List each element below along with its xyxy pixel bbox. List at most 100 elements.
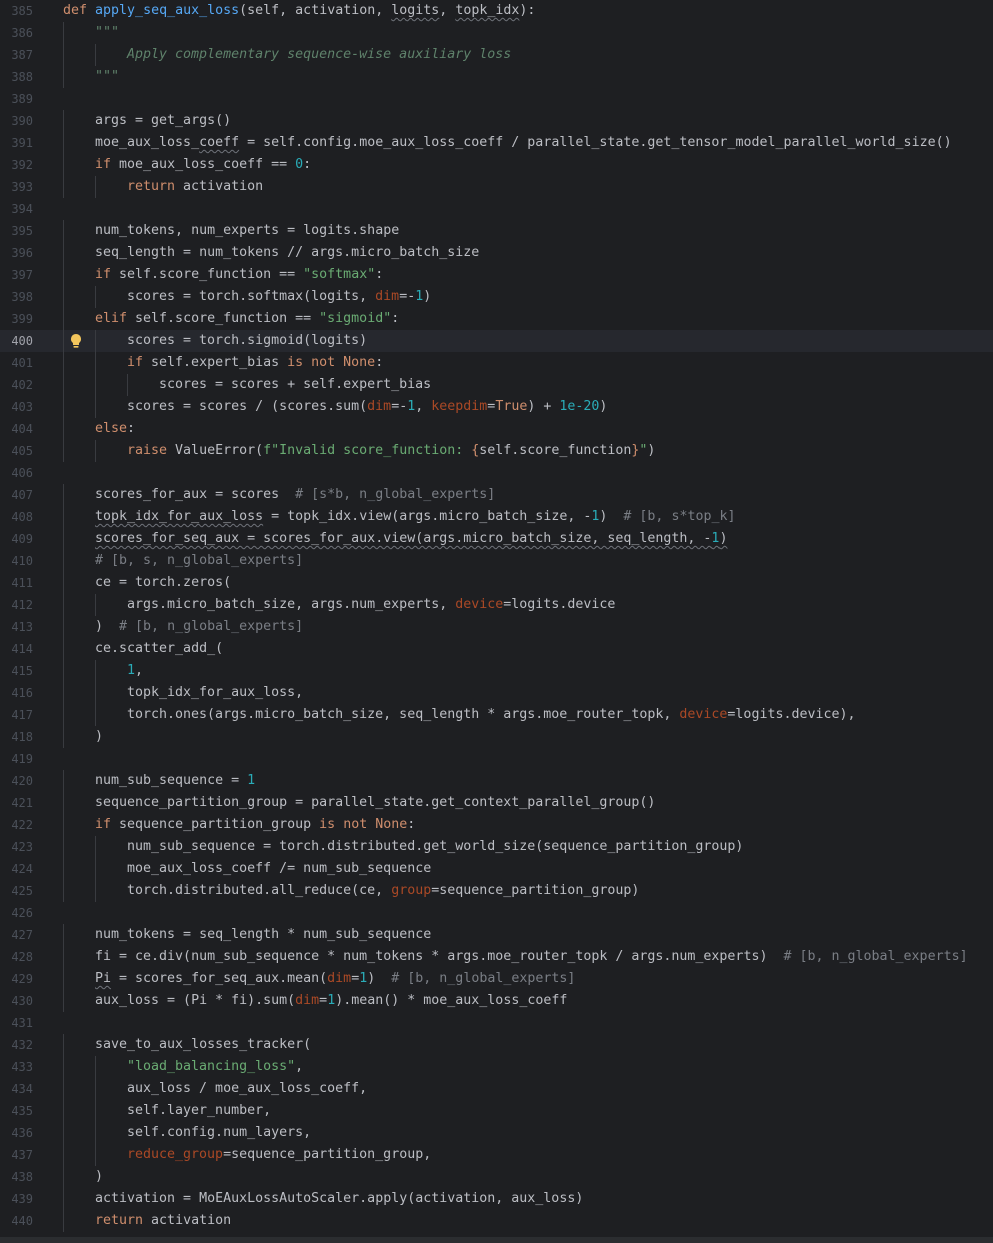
- code-line[interactable]: 437 reduce_group=sequence_partition_group…: [0, 1144, 993, 1166]
- code-text[interactable]: ) # [b, n_global_experts]: [95, 616, 303, 638]
- code-text[interactable]: raise ValueError(f"Invalid score_functio…: [127, 440, 655, 462]
- code-text[interactable]: args = get_args(): [95, 110, 231, 132]
- code-line[interactable]: 401 if self.expert_bias is not None:: [0, 352, 993, 374]
- code-line[interactable]: 417 torch.ones(args.micro_batch_size, seq…: [0, 704, 993, 726]
- code-line[interactable]: 428 fi = ce.div(num_sub_sequence * num_to…: [0, 946, 993, 968]
- code-text[interactable]: moe_aux_loss_coeff = self.config.moe_aux…: [95, 132, 952, 154]
- code-text[interactable]: ce = torch.zeros(: [95, 572, 231, 594]
- code-line[interactable]: 429 Pi = scores_for_seq_aux.mean(dim=1) #…: [0, 968, 993, 990]
- code-text[interactable]: ce.scatter_add_(: [95, 638, 223, 660]
- code-text[interactable]: self.layer_number,: [127, 1100, 271, 1122]
- code-line[interactable]: 410 # [b, s, n_global_experts]: [0, 550, 993, 572]
- code-line[interactable]: 422 if sequence_partition_group is not No…: [0, 814, 993, 836]
- code-text[interactable]: if moe_aux_loss_coeff == 0:: [95, 154, 311, 176]
- code-line[interactable]: 439 activation = MoEAuxLossAutoScaler.app…: [0, 1188, 993, 1210]
- code-text[interactable]: topk_idx_for_aux_loss = topk_idx.view(ar…: [95, 506, 735, 528]
- code-text[interactable]: # [b, s, n_global_experts]: [95, 550, 303, 572]
- code-line[interactable]: 416 topk_idx_for_aux_loss,: [0, 682, 993, 704]
- code-text[interactable]: """: [95, 22, 119, 44]
- code-line[interactable]: 388 """: [0, 66, 993, 88]
- code-line[interactable]: 394: [0, 198, 993, 220]
- code-line[interactable]: 413) # [b, n_global_experts]: [0, 616, 993, 638]
- code-line[interactable]: 432 save_to_aux_losses_tracker(: [0, 1034, 993, 1056]
- horizontal-scrollbar[interactable]: [0, 1237, 993, 1243]
- code-text[interactable]: num_sub_sequence = 1: [95, 770, 255, 792]
- code-line[interactable]: 436 self.config.num_layers,: [0, 1122, 993, 1144]
- code-text[interactable]: sequence_partition_group = parallel_stat…: [95, 792, 655, 814]
- code-line[interactable]: 386 """: [0, 22, 993, 44]
- code-line[interactable]: 396 seq_length = num_tokens // args.micro…: [0, 242, 993, 264]
- code-text[interactable]: scores = scores + self.expert_bias: [159, 374, 431, 396]
- code-text[interactable]: reduce_group=sequence_partition_group,: [127, 1144, 431, 1166]
- code-line[interactable]: 414 ce.scatter_add_(: [0, 638, 993, 660]
- code-text[interactable]: moe_aux_loss_coeff /= num_sub_sequence: [127, 858, 431, 880]
- code-text[interactable]: torch.distributed.all_reduce(ce, group=s…: [127, 880, 639, 902]
- code-text[interactable]: Pi = scores_for_seq_aux.mean(dim=1) # [b…: [95, 968, 575, 990]
- code-line[interactable]: 397 if self.score_function == "softmax":: [0, 264, 993, 286]
- code-text[interactable]: seq_length = num_tokens // args.micro_ba…: [95, 242, 479, 264]
- code-text[interactable]: scores = torch.softmax(logits, dim=-1): [127, 286, 431, 308]
- code-line[interactable]: 415 1,: [0, 660, 993, 682]
- code-area[interactable]: 385 def apply_seq_aux_loss(self, activati…: [0, 0, 993, 1232]
- code-text[interactable]: args.micro_batch_size, args.num_experts,…: [127, 594, 615, 616]
- code-line[interactable]: 387 Apply complementary sequence-wise aux…: [0, 44, 993, 66]
- code-text[interactable]: scores_for_seq_aux = scores_for_aux.view…: [95, 528, 727, 550]
- code-line[interactable]: 409 scores_for_seq_aux = scores_for_aux.v…: [0, 528, 993, 550]
- code-editor[interactable]: 385 def apply_seq_aux_loss(self, activati…: [0, 0, 993, 1243]
- code-text[interactable]: 1,: [127, 660, 143, 682]
- code-text[interactable]: torch.ones(args.micro_batch_size, seq_le…: [127, 704, 856, 726]
- code-line[interactable]: 419: [0, 748, 993, 770]
- code-text[interactable]: num_sub_sequence = torch.distributed.get…: [127, 836, 743, 858]
- code-line[interactable]: 426: [0, 902, 993, 924]
- code-line[interactable]: 424 moe_aux_loss_coeff /= num_sub_sequenc…: [0, 858, 993, 880]
- code-line[interactable]: 405 raise ValueError(f"Invalid score_func…: [0, 440, 993, 462]
- code-line[interactable]: 406: [0, 462, 993, 484]
- code-text[interactable]: if self.expert_bias is not None:: [127, 352, 383, 374]
- code-line[interactable]: 385 def apply_seq_aux_loss(self, activati…: [0, 0, 993, 22]
- code-line[interactable]: 440 return activation: [0, 1210, 993, 1232]
- code-text[interactable]: scores = scores / (scores.sum(dim=-1, ke…: [127, 396, 607, 418]
- code-text[interactable]: def apply_seq_aux_loss(self, activation,…: [63, 0, 535, 22]
- code-text[interactable]: ): [95, 1166, 103, 1188]
- code-text[interactable]: aux_loss = (Pi * fi).sum(dim=1).mean() *…: [95, 990, 567, 1012]
- code-text[interactable]: else:: [95, 418, 135, 440]
- code-line[interactable]: 403 scores = scores / (scores.sum(dim=-1,…: [0, 396, 993, 418]
- code-text[interactable]: topk_idx_for_aux_loss,: [127, 682, 303, 704]
- code-line[interactable]: 434 aux_loss / moe_aux_loss_coeff,: [0, 1078, 993, 1100]
- code-line[interactable]: 395 num_tokens, num_experts = logits.shap…: [0, 220, 993, 242]
- code-line[interactable]: 391 moe_aux_loss_coeff = self.config.moe_…: [0, 132, 993, 154]
- code-line[interactable]: 427 num_tokens = seq_length * num_sub_seq…: [0, 924, 993, 946]
- code-line[interactable]: 438): [0, 1166, 993, 1188]
- code-line[interactable]: 433 "load_balancing_loss",: [0, 1056, 993, 1078]
- code-line[interactable]: 430 aux_loss = (Pi * fi).sum(dim=1).mean(…: [0, 990, 993, 1012]
- code-line[interactable]: 400 scores = torch.sigmoid(logits): [0, 330, 993, 352]
- code-text[interactable]: if self.score_function == "softmax":: [95, 264, 383, 286]
- code-text[interactable]: scores = torch.sigmoid(logits): [127, 330, 367, 352]
- code-text[interactable]: aux_loss / moe_aux_loss_coeff,: [127, 1078, 367, 1100]
- code-line[interactable]: 390 args = get_args(): [0, 110, 993, 132]
- code-line[interactable]: 398 scores = torch.softmax(logits, dim=-1…: [0, 286, 993, 308]
- code-line[interactable]: 423 num_sub_sequence = torch.distributed.…: [0, 836, 993, 858]
- code-line[interactable]: 393 return activation: [0, 176, 993, 198]
- code-text[interactable]: "load_balancing_loss",: [127, 1056, 303, 1078]
- code-text[interactable]: save_to_aux_losses_tracker(: [95, 1034, 311, 1056]
- code-line[interactable]: 418): [0, 726, 993, 748]
- code-line[interactable]: 431: [0, 1012, 993, 1034]
- code-line[interactable]: 408 topk_idx_for_aux_loss = topk_idx.view…: [0, 506, 993, 528]
- code-line[interactable]: 421 sequence_partition_group = parallel_s…: [0, 792, 993, 814]
- code-line[interactable]: 435 self.layer_number,: [0, 1100, 993, 1122]
- code-line[interactable]: 402 scores = scores + self.expert_bias: [0, 374, 993, 396]
- code-text[interactable]: """: [95, 66, 119, 88]
- code-text[interactable]: activation = MoEAuxLossAutoScaler.apply(…: [95, 1188, 583, 1210]
- code-text[interactable]: scores_for_aux = scores # [s*b, n_global…: [95, 484, 495, 506]
- code-text[interactable]: self.config.num_layers,: [127, 1122, 311, 1144]
- code-text[interactable]: ): [95, 726, 103, 748]
- code-line[interactable]: 389: [0, 88, 993, 110]
- code-text[interactable]: Apply complementary sequence-wise auxili…: [127, 44, 511, 66]
- lightbulb-icon[interactable]: [70, 333, 82, 349]
- code-line[interactable]: 425 torch.distributed.all_reduce(ce, grou…: [0, 880, 993, 902]
- code-text[interactable]: num_tokens = seq_length * num_sub_sequen…: [95, 924, 431, 946]
- code-line[interactable]: 412 args.micro_batch_size, args.num_exper…: [0, 594, 993, 616]
- code-text[interactable]: fi = ce.div(num_sub_sequence * num_token…: [95, 946, 968, 968]
- code-text[interactable]: return activation: [95, 1210, 231, 1232]
